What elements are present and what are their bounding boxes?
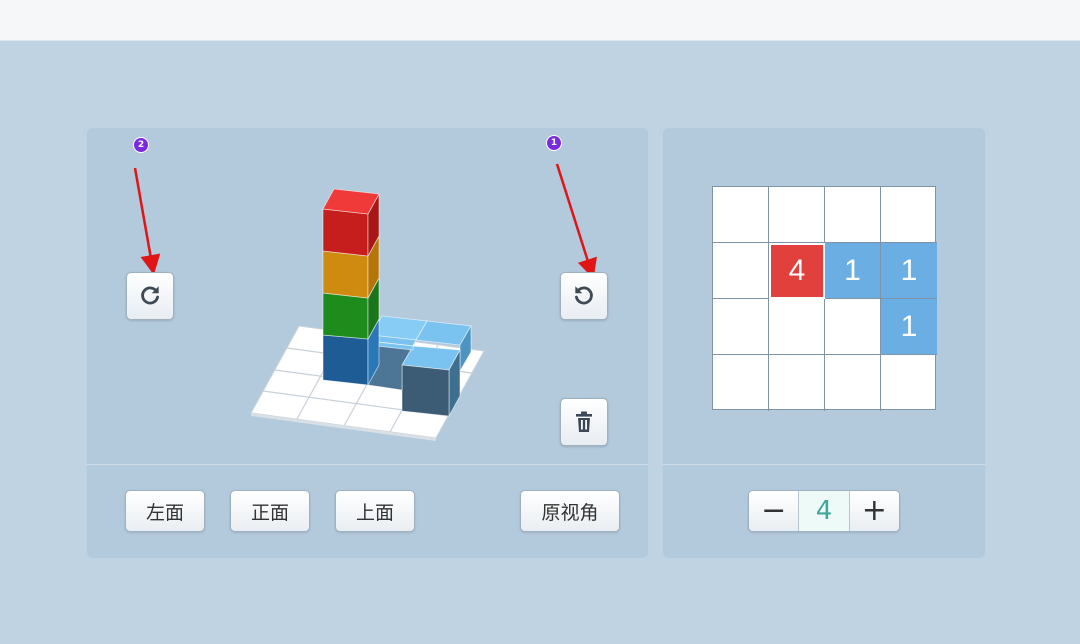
front-view-button[interactable]: 正面 [230, 490, 310, 532]
browser-top-bar [0, 0, 1080, 41]
grid-cell-r0-c1[interactable] [769, 187, 825, 243]
3d-view-panel: 2 1 左面 正面 上面 原视角 [87, 128, 648, 558]
grid-cell-r3-c0[interactable] [713, 355, 769, 411]
grid-cell-r1-c1[interactable]: 4 [769, 243, 825, 299]
grid-cell-r1-c0[interactable] [713, 243, 769, 299]
left-view-button[interactable]: 左面 [125, 490, 205, 532]
height-stepper: − 4 + [748, 490, 900, 532]
grid-cell-r0-c3[interactable] [881, 187, 937, 243]
increment-button[interactable]: + [849, 491, 899, 531]
panel-divider [663, 464, 985, 465]
panel-divider [87, 464, 648, 465]
decrement-button[interactable]: − [749, 491, 799, 531]
grid-cell-r1-c3[interactable]: 1 [881, 243, 937, 299]
top-view-button[interactable]: 上面 [335, 490, 415, 532]
grid-cell-r3-c2[interactable] [825, 355, 881, 411]
grid-cell-r2-c0[interactable] [713, 299, 769, 355]
grid-cell-r2-c1[interactable] [769, 299, 825, 355]
reset-view-button[interactable]: 原视角 [520, 490, 620, 532]
height-value: 4 [798, 491, 850, 531]
grid-cell-r0-c0[interactable] [713, 187, 769, 243]
top-view-grid-panel: 4 1 1 1 − 4 + [663, 128, 985, 558]
grid-cell-r2-c2[interactable] [825, 299, 881, 355]
cubes [322, 188, 472, 417]
grid-cell-r0-c2[interactable] [825, 187, 881, 243]
height-grid: 4 1 1 1 [712, 186, 937, 411]
grid-cell-r3-c3[interactable] [881, 355, 937, 411]
grid-cell-r1-c2[interactable]: 1 [825, 243, 881, 299]
grid-cell-r2-c3[interactable]: 1 [881, 299, 937, 355]
grid-cell-r3-c1[interactable] [769, 355, 825, 411]
